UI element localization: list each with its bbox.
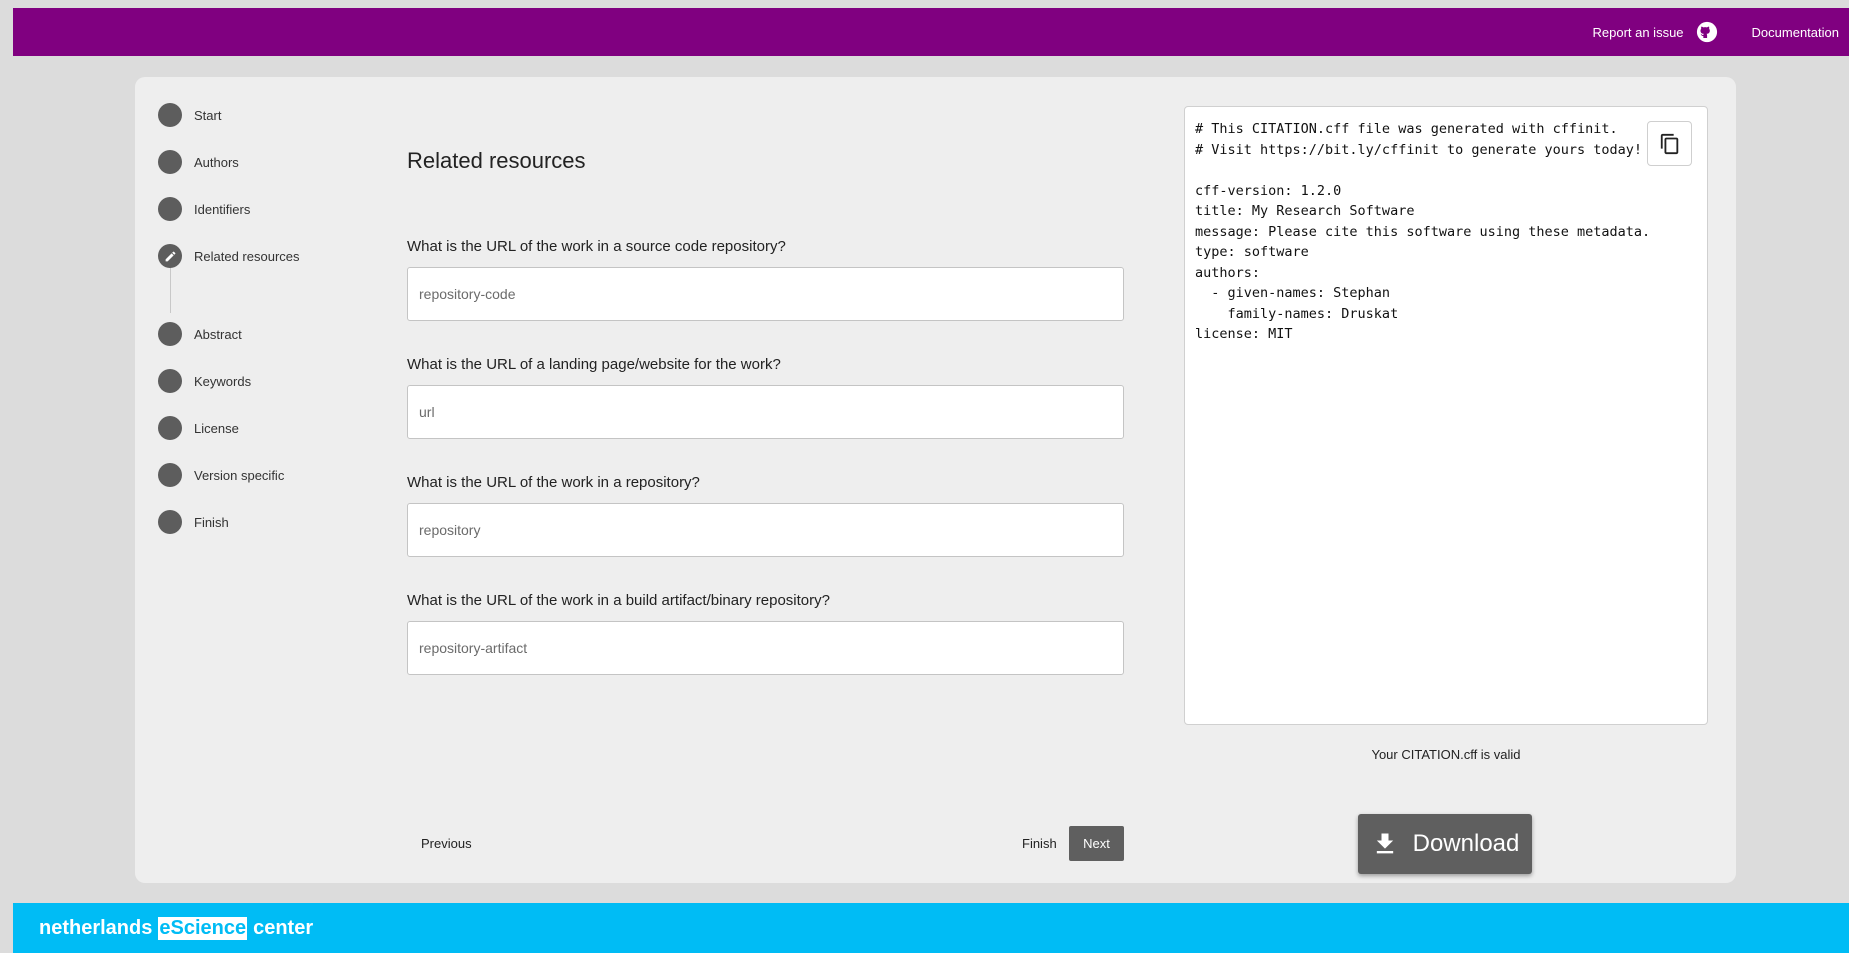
question-repository-code: What is the URL of the work in a source … xyxy=(407,238,786,255)
step-finish[interactable]: Finish xyxy=(158,510,229,534)
question-repository: What is the URL of the work in a reposit… xyxy=(407,474,700,491)
footer-brand-highlight: eScience xyxy=(158,916,248,940)
step-label: Finish xyxy=(194,514,229,530)
download-icon xyxy=(1376,833,1393,854)
footer-brand-post: center xyxy=(253,916,314,939)
next-button[interactable]: Next xyxy=(1069,826,1124,861)
step-dot xyxy=(158,103,182,127)
question-url: What is the URL of a landing page/websit… xyxy=(407,356,781,373)
question-repository-artifact: What is the URL of the work in a build a… xyxy=(407,592,830,609)
step-abstract[interactable]: Abstract xyxy=(158,322,242,346)
step-label: Related resources xyxy=(194,248,300,264)
cff-content: # This CITATION.cff file was generated w… xyxy=(1195,121,1651,342)
step-dot xyxy=(158,510,182,534)
repository-artifact-input[interactable] xyxy=(407,621,1124,675)
copy-icon xyxy=(1660,133,1678,154)
step-start[interactable]: Start xyxy=(158,103,221,127)
report-issue-link[interactable]: Report an issue xyxy=(1592,21,1751,43)
report-issue-label: Report an issue xyxy=(1592,24,1684,40)
copy-button[interactable] xyxy=(1647,121,1692,166)
footer-brand-pre: netherlands xyxy=(39,916,153,939)
step-label: Start xyxy=(194,107,222,123)
step-label: Version specific xyxy=(194,467,285,483)
step-dot-active xyxy=(158,244,182,268)
step-dot xyxy=(158,150,182,174)
step-dot xyxy=(158,322,182,346)
form-title: Related resources xyxy=(407,148,586,173)
cff-preview: # This CITATION.cff file was generated w… xyxy=(1184,106,1708,725)
step-dot xyxy=(158,369,182,393)
repository-input[interactable] xyxy=(407,503,1124,557)
step-identifiers[interactable]: Identifiers xyxy=(158,197,250,221)
repository-code-input[interactable] xyxy=(407,267,1124,321)
pencil-icon xyxy=(165,251,175,261)
step-related-resources[interactable]: Related resources xyxy=(158,244,300,268)
download-label: Download xyxy=(1412,830,1520,857)
step-authors[interactable]: Authors xyxy=(158,150,239,174)
top-bar: Report an issue Documentation xyxy=(13,8,1849,56)
validity-message: Your CITATION.cff is valid xyxy=(1371,747,1521,762)
step-label: License xyxy=(194,420,239,436)
url-input[interactable] xyxy=(407,385,1124,439)
step-label: Authors xyxy=(194,154,239,170)
step-dot xyxy=(158,463,182,487)
step-keywords[interactable]: Keywords xyxy=(158,369,251,393)
previous-button[interactable]: Previous xyxy=(407,825,486,861)
step-label: Keywords xyxy=(194,373,252,389)
main-card: Start Authors Identifiers Related resour… xyxy=(135,77,1736,883)
step-dot xyxy=(158,197,182,221)
github-icon xyxy=(1696,21,1717,43)
step-license[interactable]: License xyxy=(158,416,239,440)
step-label: Identifiers xyxy=(194,201,251,217)
step-version-specific[interactable]: Version specific xyxy=(158,463,284,487)
documentation-link[interactable]: Documentation xyxy=(1752,25,1839,40)
step-label: Abstract xyxy=(194,326,242,342)
download-button[interactable]: Download xyxy=(1358,814,1532,874)
finish-button[interactable]: Finish xyxy=(1012,825,1067,861)
step-dot xyxy=(158,416,182,440)
stepper-connector xyxy=(170,271,171,313)
footer-bar: netherlands eScience center xyxy=(13,903,1849,953)
